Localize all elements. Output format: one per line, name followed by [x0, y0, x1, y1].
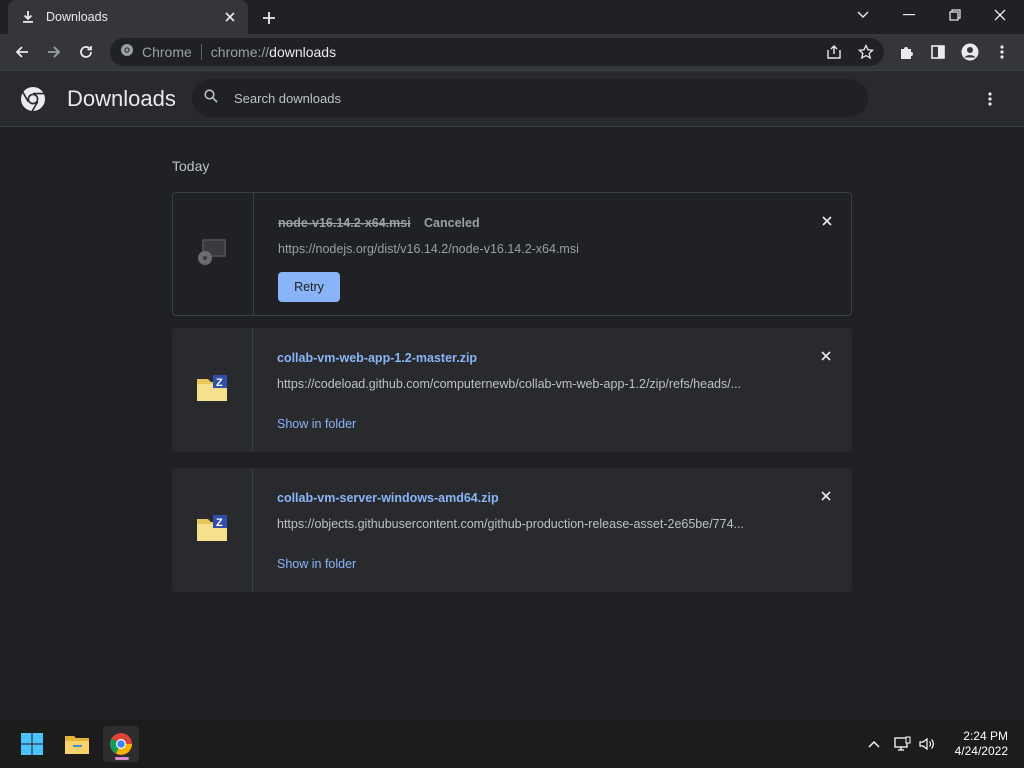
start-button[interactable] [14, 726, 50, 762]
back-button[interactable] [8, 38, 36, 66]
close-window-button[interactable] [978, 0, 1022, 30]
show-hidden-icons-button[interactable] [864, 734, 884, 754]
profile-button[interactable] [956, 38, 984, 66]
remove-item-button[interactable] [817, 211, 837, 231]
restore-icon [949, 9, 961, 21]
file-icon-area: Z [172, 468, 253, 592]
file-icon-area: Z [172, 328, 253, 452]
share-icon [827, 45, 841, 59]
star-icon [858, 44, 874, 60]
download-item: Z collab-vm-web-app-1.2-master.zip https… [172, 328, 852, 452]
file-explorer-button[interactable] [59, 726, 95, 762]
file-url[interactable]: https://objects.githubusercontent.com/gi… [277, 517, 777, 531]
minimize-button[interactable] [887, 0, 931, 30]
search-icon [204, 88, 218, 108]
downloads-list: Today node-v16.14.2-x64.msi Canceled htt… [0, 128, 1024, 720]
page-title: Downloads [67, 86, 176, 111]
url-scheme: chrome:// [210, 44, 270, 60]
file-name[interactable]: collab-vm-server-windows-amd64.zip [277, 491, 499, 505]
browser-toolbar: Chrome chrome://downloads [0, 34, 1024, 70]
close-icon [822, 216, 832, 226]
close-icon [821, 351, 831, 361]
show-in-folder-link[interactable]: Show in folder [277, 557, 356, 571]
arrow-left-icon [15, 46, 28, 58]
reload-icon [80, 46, 92, 58]
speaker-icon [919, 737, 934, 751]
search-box[interactable] [192, 79, 868, 117]
address-bar[interactable]: Chrome chrome://downloads [110, 38, 884, 66]
download-item: node-v16.14.2-x64.msi Canceled https://n… [172, 192, 852, 316]
close-icon [821, 491, 831, 501]
tab-search-button[interactable] [841, 0, 885, 30]
file-name[interactable]: node-v16.14.2-x64.msi [278, 216, 411, 230]
zip-folder-icon: Z [195, 513, 229, 548]
close-icon [994, 9, 1006, 21]
chrome-taskbar-button[interactable] [103, 726, 139, 762]
chrome-color-icon [110, 733, 132, 755]
date-group-label: Today [172, 158, 210, 174]
clock-time: 2:24 PM [963, 729, 1008, 743]
taskbar: 2:24 PM 4/24/2022 [0, 720, 1024, 768]
url-text: chrome://downloads [211, 44, 336, 60]
file-icon-area [173, 193, 254, 315]
active-indicator [115, 757, 129, 760]
svg-text:Z: Z [216, 377, 223, 389]
forward-button[interactable] [40, 38, 68, 66]
chrome-icon [120, 43, 134, 62]
windows-logo-icon [21, 733, 43, 755]
search-input[interactable] [234, 90, 834, 106]
plus-icon [263, 12, 275, 24]
site-label: Chrome [142, 44, 192, 60]
chevron-up-icon [868, 741, 880, 748]
bookmark-button[interactable] [852, 42, 880, 62]
side-panel-icon [931, 45, 945, 59]
reload-button[interactable] [72, 38, 100, 66]
folder-icon [65, 736, 89, 754]
retry-button[interactable]: Retry [278, 272, 340, 302]
restore-button[interactable] [933, 0, 977, 30]
file-url[interactable]: https://nodejs.org/dist/v16.14.2/node-v1… [278, 242, 778, 256]
clock[interactable]: 2:24 PM 4/24/2022 [944, 729, 1008, 759]
chrome-logo-icon [20, 86, 46, 112]
tab-downloads[interactable]: Downloads [8, 0, 248, 34]
network-icon [894, 736, 911, 751]
remove-item-button[interactable] [816, 346, 836, 366]
puzzle-icon [901, 47, 913, 59]
url-host: downloads [269, 44, 337, 60]
more-vert-icon [1000, 45, 1004, 59]
installer-file-icon [196, 237, 230, 272]
tab-title: Downloads [46, 10, 108, 24]
minimize-icon [903, 14, 915, 16]
downloads-header: Downloads [0, 70, 1024, 127]
show-in-folder-link[interactable]: Show in folder [277, 417, 356, 431]
share-button[interactable] [820, 42, 848, 62]
download-item: Z collab-vm-server-windows-amd64.zip htt… [172, 468, 852, 592]
tab-strip: Downloads [0, 0, 1024, 34]
extensions-button[interactable] [892, 38, 920, 66]
more-vert-icon [988, 92, 992, 106]
download-status: Canceled [424, 216, 480, 230]
clock-date: 4/24/2022 [954, 744, 1008, 758]
remove-item-button[interactable] [816, 486, 836, 506]
file-name[interactable]: collab-vm-web-app-1.2-master.zip [277, 351, 477, 365]
divider [200, 44, 202, 60]
network-button[interactable] [892, 734, 912, 754]
svg-text:Z: Z [216, 517, 223, 529]
zip-folder-icon: Z [195, 373, 229, 408]
menu-button[interactable] [988, 38, 1016, 66]
side-panel-button[interactable] [924, 38, 952, 66]
avatar-icon [961, 43, 979, 61]
chevron-down-icon [857, 11, 869, 18]
tab-close-icon[interactable] [222, 9, 238, 25]
more-actions-button[interactable] [978, 87, 1002, 111]
new-tab-button[interactable] [258, 7, 280, 29]
download-icon [20, 9, 36, 25]
file-url[interactable]: https://codeload.github.com/computernewb… [277, 377, 777, 391]
volume-button[interactable] [917, 734, 937, 754]
arrow-right-icon [48, 46, 61, 58]
